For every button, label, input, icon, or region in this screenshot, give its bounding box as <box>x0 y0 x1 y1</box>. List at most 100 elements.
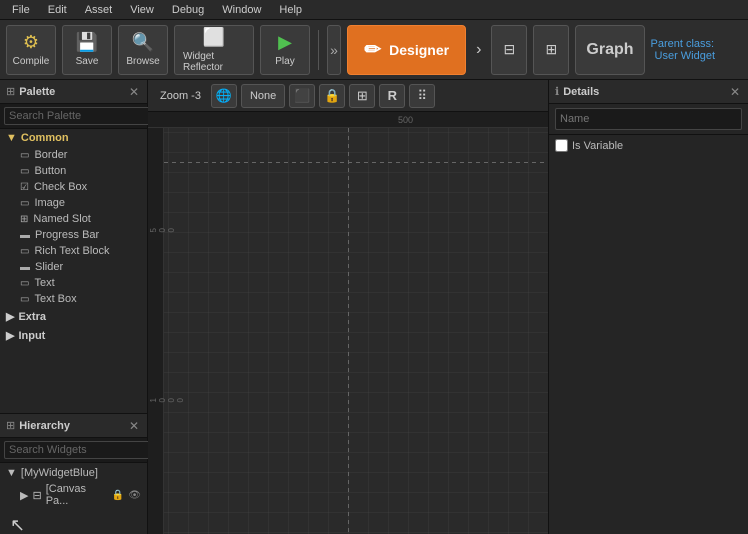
hierarchy-canvas-item[interactable]: ▶ ⊟ [Canvas Pa... 🔒 👁 <box>0 481 147 509</box>
canvas-viewport[interactable]: 500 500 1000 <box>148 112 548 534</box>
palette-item-text-box[interactable]: ▭ Text Box <box>0 291 147 307</box>
palette-header: ⊞ Palette ✕ <box>0 80 147 104</box>
menu-asset[interactable]: Asset <box>77 2 121 18</box>
compile-icon: ⚙ <box>23 32 39 53</box>
root-expand-icon: ▼ <box>6 467 17 479</box>
layout-btn-2[interactable]: ⊞ <box>533 25 569 75</box>
layout-icon-2: ⊞ <box>546 41 558 58</box>
graph-button[interactable]: Graph <box>575 25 644 75</box>
designer-icon: ✏ <box>364 37 381 62</box>
input-expand-icon: ▶ <box>6 329 14 342</box>
menu-file[interactable]: File <box>4 2 38 18</box>
palette-item-text[interactable]: ▭ Text <box>0 275 147 291</box>
parent-class-prefix: Parent class: <box>651 38 715 50</box>
browse-label: Browse <box>126 56 159 67</box>
canvas-expand-icon: ▶ <box>20 489 28 502</box>
hierarchy-search-input[interactable] <box>4 441 156 459</box>
ruler-top: 500 <box>148 112 548 128</box>
palette-category-common[interactable]: ▼ Common <box>0 129 147 147</box>
palette-item-border[interactable]: ▭ Border <box>0 147 147 163</box>
extra-expand-icon: ▶ <box>6 310 14 323</box>
details-name-input[interactable] <box>555 108 742 130</box>
palette-item-named-slot[interactable]: ⊞ Named Slot <box>0 211 147 227</box>
details-close-button[interactable]: ✕ <box>728 85 742 99</box>
button-item-icon: ▭ <box>20 166 29 177</box>
hierarchy-root-label: [MyWidgetBlue] <box>21 467 98 479</box>
chevron-right-icon: › <box>472 41 485 59</box>
grid-button[interactable]: ⊞ <box>349 84 375 108</box>
border-icon: ▭ <box>20 150 29 161</box>
palette-panel: ⊞ Palette ✕ 🔍 ▼ Common ▭ Border ▭ <box>0 80 147 414</box>
hierarchy-root-item[interactable]: ▼ [MyWidgetBlue] <box>0 465 147 481</box>
r-label: R <box>388 88 397 103</box>
ruler-left: 500 1000 <box>148 128 164 534</box>
hierarchy-close-button[interactable]: ✕ <box>127 419 141 433</box>
toolbar-expand-button[interactable]: » <box>327 25 342 75</box>
palette-search-bar: 🔍 <box>0 104 147 129</box>
designer-label: Designer <box>389 42 449 58</box>
widget-reflector-label: Widget Reflector <box>183 51 245 73</box>
play-icon: ▶ <box>278 32 292 53</box>
palette-item-border-label: Border <box>34 149 67 161</box>
palette-item-slider[interactable]: ▬ Slider <box>0 259 147 275</box>
save-button[interactable]: 💾 Save <box>62 25 112 75</box>
checkbox-icon: ☑ <box>20 182 29 193</box>
dashed-guide-vertical <box>348 128 349 534</box>
menu-debug[interactable]: Debug <box>164 2 212 18</box>
none-button[interactable]: None <box>241 84 285 108</box>
is-variable-checkbox[interactable] <box>555 139 568 152</box>
play-button[interactable]: ▶ Play <box>260 25 310 75</box>
cursor-position: ↖ <box>0 509 147 534</box>
designer-button[interactable]: ✏ Designer <box>347 25 466 75</box>
palette-item-button[interactable]: ▭ Button <box>0 163 147 179</box>
globe-button[interactable]: 🌐 <box>211 84 237 108</box>
save-icon: 💾 <box>76 32 98 53</box>
palette-category-extra[interactable]: ▶ Extra <box>0 307 147 326</box>
ruler-left-marks-2: 1000 <box>149 398 185 402</box>
dots-button[interactable]: ⠿ <box>409 84 435 108</box>
palette-item-checkbox-label: Check Box <box>34 181 87 193</box>
extra-label: Extra <box>18 311 46 323</box>
menu-help[interactable]: Help <box>271 2 310 18</box>
lock-button[interactable]: 🔒 <box>319 84 345 108</box>
widget-reflector-button[interactable]: ⬜ Widget Reflector <box>174 25 254 75</box>
palette-item-image[interactable]: ▭ Image <box>0 195 147 211</box>
layout-btn-1[interactable]: ⊟ <box>491 25 527 75</box>
details-header: ℹ Details ✕ <box>549 80 748 104</box>
parent-class-info: Parent class: User Widget <box>651 38 743 62</box>
palette-item-text-label: Text <box>34 277 54 289</box>
hierarchy-search-bar: 🔍 <box>0 438 147 463</box>
graph-label: Graph <box>586 41 633 59</box>
ruler-left-marks: 500 <box>149 228 176 232</box>
palette-icon: ⊞ <box>6 85 15 98</box>
menu-view[interactable]: View <box>122 2 162 18</box>
common-label: Common <box>21 132 69 144</box>
hierarchy-panel: ⊞ Hierarchy ✕ 🔍 ▼ [MyWidgetBlue] ▶ ⊟ [Ca… <box>0 414 147 534</box>
palette-item-checkbox[interactable]: ☑ Check Box <box>0 179 147 195</box>
is-variable-row: Is Variable <box>549 135 748 156</box>
compile-label: Compile <box>13 56 50 67</box>
browse-button[interactable]: 🔍 Browse <box>118 25 168 75</box>
menu-edit[interactable]: Edit <box>40 2 75 18</box>
hierarchy-list: ▼ [MyWidgetBlue] ▶ ⊟ [Canvas Pa... 🔒 👁 ↖ <box>0 463 147 534</box>
aspect-ratio-button[interactable]: ⬛ <box>289 84 315 108</box>
dashed-guide-horizontal <box>164 162 548 163</box>
details-panel: ℹ Details ✕ Is Variable <box>548 80 748 534</box>
palette-item-progress-bar[interactable]: ▬ Progress Bar <box>0 227 147 243</box>
palette-category-input[interactable]: ▶ Input <box>0 326 147 345</box>
grid-icon: ⊞ <box>357 88 368 104</box>
palette-close-button[interactable]: ✕ <box>127 85 141 99</box>
palette-item-rich-text-block[interactable]: ▭ Rich Text Block <box>0 243 147 259</box>
menu-window[interactable]: Window <box>214 2 269 18</box>
menu-bar: File Edit Asset View Debug Window Help <box>0 0 748 20</box>
input-label: Input <box>18 330 45 342</box>
hierarchy-header: ⊞ Hierarchy ✕ <box>0 414 147 438</box>
play-label: Play <box>275 56 294 67</box>
r-button[interactable]: R <box>379 84 405 108</box>
palette-item-text-box-label: Text Box <box>34 293 76 305</box>
compile-button[interactable]: ⚙ Compile <box>6 25 56 75</box>
text-icon: ▭ <box>20 278 29 289</box>
left-panel: ⊞ Palette ✕ 🔍 ▼ Common ▭ Border ▭ <box>0 80 148 534</box>
palette-search-input[interactable] <box>4 107 156 125</box>
canvas-zoom-label: Zoom -3 <box>154 88 207 104</box>
